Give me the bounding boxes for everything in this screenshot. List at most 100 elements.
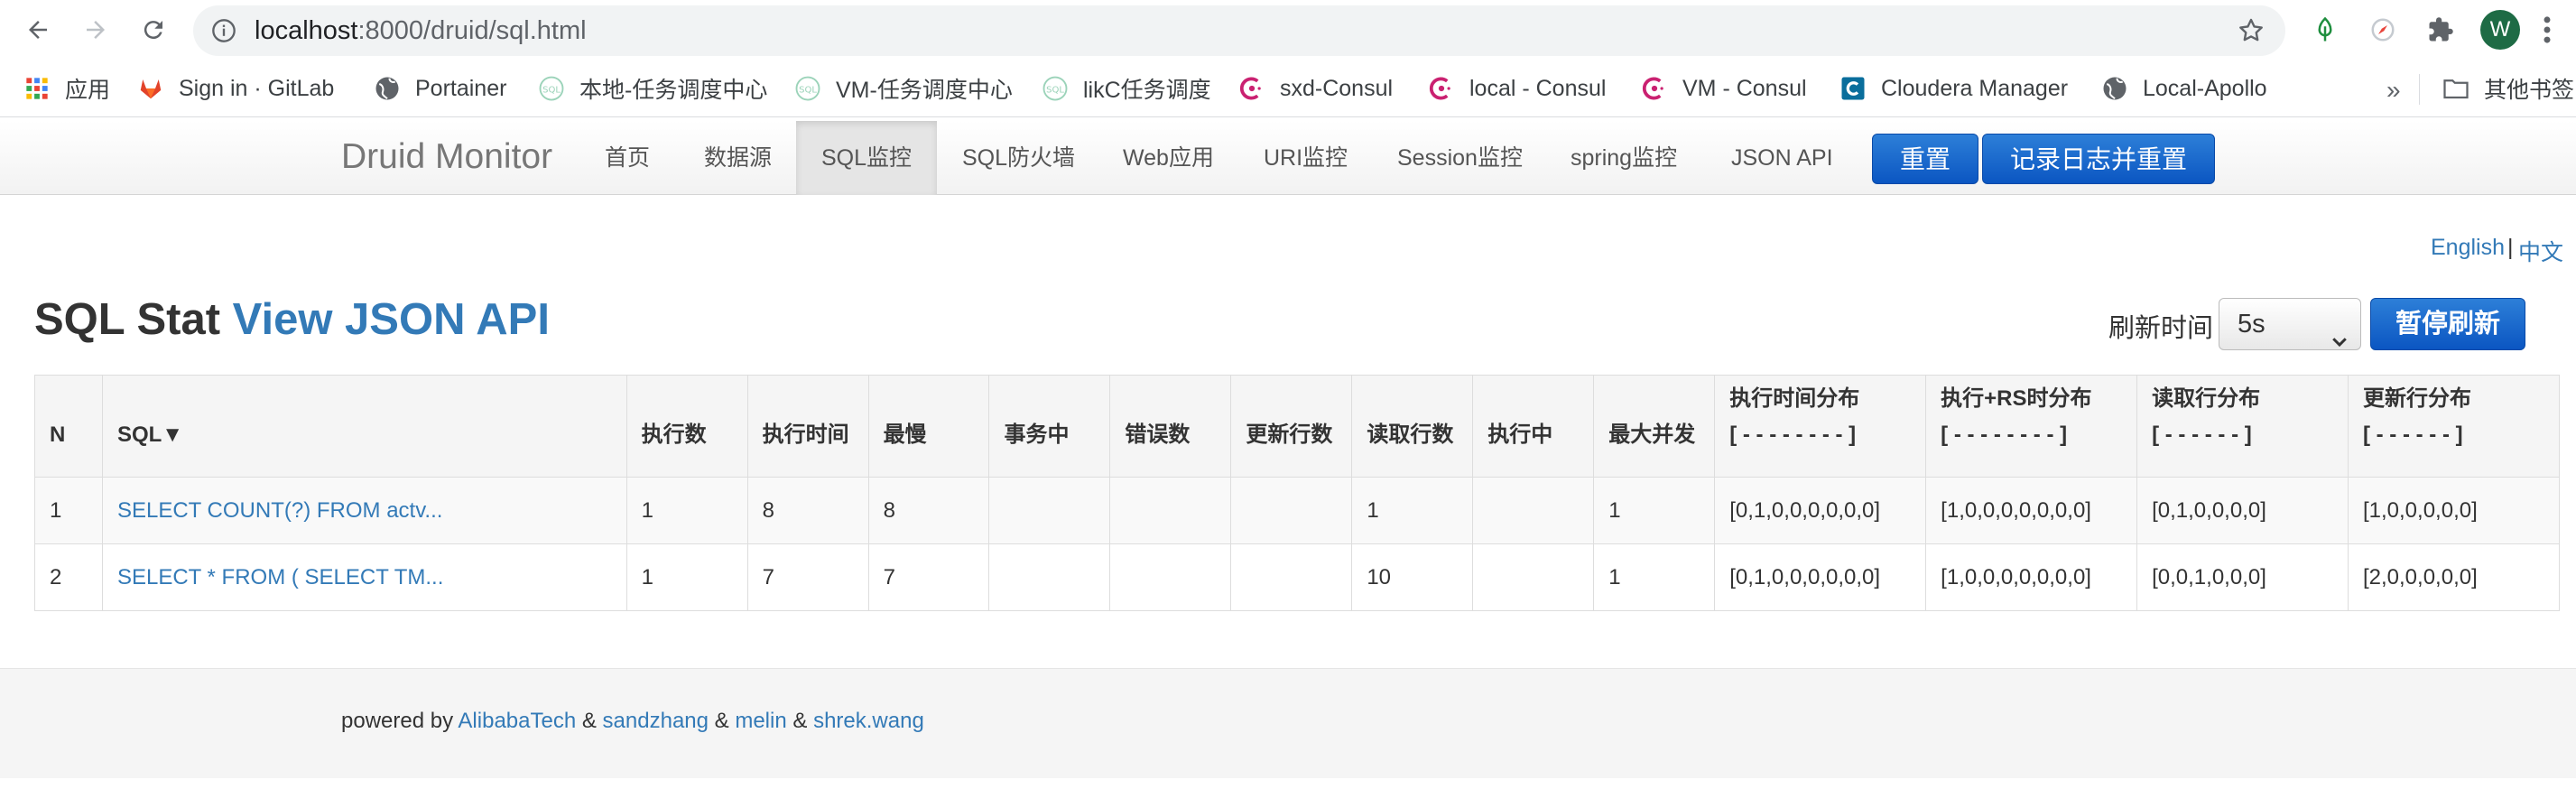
bookmark-cloudera-manager[interactable]: Cloudera Manager [1839,70,2068,107]
footer-link-alibabatech[interactable]: AlibabaTech [458,709,576,733]
lang-english-link[interactable]: English [2431,235,2505,261]
bookmark-gitlab[interactable]: Sign in · GitLab [137,70,334,107]
bookmark-sxd-consul[interactable]: sxd-Consul [1238,70,1393,107]
nav-uri-monitor[interactable]: URI监控 [1238,121,1373,195]
footer-link-sandzhang[interactable]: sandzhang [603,709,709,733]
cell-n: 1 [34,477,103,544]
col-header-running[interactable]: 执行中 [1472,375,1595,478]
svg-text:SQL: SQL [1046,85,1064,95]
cell-n: 2 [34,543,103,611]
bookmark-local-apollo[interactable]: Local-Apollo [2101,70,2267,107]
extension-leaf-icon[interactable] [2309,14,2341,46]
cell-execute-count: 1 [625,543,748,611]
bookmark-vm-job-center[interactable]: SQL VM-任务调度中心 [794,70,1013,107]
col-header-execute-count[interactable]: 执行数 [625,375,748,478]
nav-sql-firewall[interactable]: SQL防火墙 [937,121,1100,195]
bookmark-label: VM - Consul [1682,75,1807,101]
cell-error-count [1109,543,1232,611]
col-header-title: 更新行分布 [2362,386,2471,411]
log-and-reset-button[interactable]: 记录日志并重置 [1982,134,2216,184]
nav-spring-monitor[interactable]: spring监控 [1545,121,1702,195]
col-header-title: 读取行分布 [2152,386,2261,411]
cell-exec-time-histogram: [0,1,0,0,0,0,0,0] [1714,543,1927,611]
url-text[interactable]: localhost:8000/druid/sql.html [255,17,587,44]
druid-navbar: Druid Monitor 首页 数据源 SQL监控 SQL防火墙 Web应用 … [0,121,2576,195]
profile-avatar[interactable]: W [2480,10,2520,50]
bookmark-label: VM-任务调度中心 [836,78,1013,103]
footer-ampersand: & [581,709,597,733]
col-header-title: 执行时间分布 [1729,386,1860,411]
nav-web-app[interactable]: Web应用 [1098,121,1239,195]
page-title-text: SQL Stat [34,295,221,344]
cell-exec-rs-histogram: [1,0,0,0,0,0,0,0] [1925,543,2138,611]
address-bar[interactable]: localhost:8000/druid/sql.html [193,5,2285,56]
nav-json-api[interactable]: JSON API [1706,121,1858,195]
cloudera-icon [1839,75,1867,102]
bookmark-likc-job[interactable]: SQL likC任务调度 [1042,70,1211,107]
nav-home[interactable]: 首页 [579,121,675,195]
col-header-fetch-rows[interactable]: 读取行数 [1351,375,1474,478]
nav-datasource[interactable]: 数据源 [679,121,797,195]
bookmark-local-job-center[interactable]: SQL 本地-任务调度中心 [538,70,767,107]
view-json-api-link[interactable]: View JSON API [233,295,550,344]
col-header-exec-time-histogram[interactable]: 执行时间分布 [ - - - - - - - - ] [1714,375,1927,478]
browser-toolbar: localhost:8000/druid/sql.html W [0,0,2576,60]
col-header-n[interactable]: N [34,375,103,478]
back-icon[interactable] [16,8,60,51]
reload-icon[interactable] [132,8,175,51]
pause-refresh-button[interactable]: 暂停刷新 [2370,298,2525,350]
forward-icon[interactable] [74,8,117,51]
extensions-puzzle-icon[interactable] [2424,14,2457,46]
bookmark-label: 本地-任务调度中心 [579,78,768,103]
footer-link-shrek-wang[interactable]: shrek.wang [813,709,924,733]
bookmark-portainer[interactable]: Portainer [374,70,506,107]
footer-prefix: powered by [341,709,454,733]
col-header-sql[interactable]: SQL▼ [101,375,627,478]
bookmark-vm-consul[interactable]: VM - Consul [1641,70,1807,107]
col-header-in-transaction[interactable]: 事务中 [988,375,1111,478]
bookmark-label: Sign in · GitLab [179,75,335,101]
cell-fetch-row-histogram: [0,0,1,0,0,0] [2136,543,2349,611]
other-bookmarks-folder[interactable]: 其他书签 [2442,70,2574,107]
apps-grid-icon [23,75,51,102]
chevron-down-icon [2331,317,2348,348]
bookmark-local-consul[interactable]: local - Consul [1428,70,1606,107]
extension-compass-icon[interactable] [2367,14,2399,46]
cell-execute-time: 7 [746,543,869,611]
bookmark-apps[interactable]: 应用 [23,70,110,107]
col-header-max-concurrent[interactable]: 最大并发 [1593,375,1716,478]
nav-sql-monitor[interactable]: SQL监控 [796,121,938,195]
cell-max-concurrent: 1 [1593,543,1716,611]
col-header-fetch-row-histogram[interactable]: 读取行分布 [ - - - - - - ] [2136,375,2349,478]
svg-text:SQL: SQL [542,85,561,95]
col-header-exec-rs-histogram[interactable]: 执行+RS时分布 [ - - - - - - - - ] [1925,375,2138,478]
footer-link-melin[interactable]: melin [735,709,786,733]
footer-ampersand: & [714,709,729,733]
col-header-execute-time[interactable]: 执行时间 [746,375,869,478]
sql-stat-table: N SQL▼ 执行数 执行时间 最慢 事务中 错误数 更新行数 读取行数 执行中… [34,375,2561,611]
table-header-row: N SQL▼ 执行数 执行时间 最慢 事务中 错误数 更新行数 读取行数 执行中… [34,375,2561,478]
brand-logo[interactable]: Druid Monitor [341,137,552,177]
cell-exec-time-histogram: [0,1,0,0,0,0,0,0] [1714,477,1927,544]
refresh-interval-select[interactable]: 5s [2219,298,2361,350]
refresh-interval-value: 5s [2238,310,2266,339]
sql-detail-link[interactable]: SELECT * FROM ( SELECT TM... [117,565,443,589]
other-bookmarks-label: 其他书签 [2484,78,2575,103]
sql-detail-link[interactable]: SELECT COUNT(?) FROM actv... [117,498,442,523]
lang-chinese-link[interactable]: 中文 [2518,235,2563,267]
col-header-slowest[interactable]: 最慢 [867,375,990,478]
col-header-bracket: [ - - - - - - ] [2152,422,2252,447]
col-header-update-row-histogram[interactable]: 更新行分布 [ - - - - - - ] [2347,375,2561,478]
cell-slowest: 8 [867,477,990,544]
bookmarks-overflow-chevron[interactable]: » [2386,76,2401,105]
col-header-update-rows[interactable]: 更新行数 [1230,375,1353,478]
site-info-icon[interactable] [211,18,236,43]
svg-text:SQL: SQL [799,85,817,95]
bookmark-star-icon[interactable] [2237,16,2266,45]
footer-credits: powered by AlibabaTech & sandzhang & mel… [341,709,924,734]
browser-menu-icon[interactable] [2538,13,2556,47]
reset-button[interactable]: 重置 [1872,134,1979,184]
bookmark-label: sxd-Consul [1280,75,1394,101]
nav-session-monitor[interactable]: Session监控 [1372,121,1548,195]
col-header-error-count[interactable]: 错误数 [1109,375,1232,478]
